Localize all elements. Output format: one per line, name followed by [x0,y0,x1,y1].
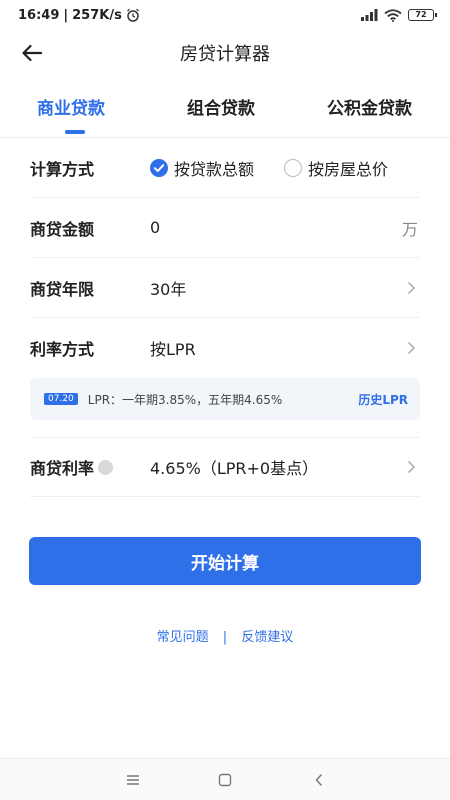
rate-method-value: 按LPR [150,340,196,359]
square-icon [218,773,232,787]
check-circle-icon [150,158,168,177]
loan-term-label: 商贷年限 [30,279,95,299]
rate-method-label: 利率方式 [30,340,95,359]
tab-combined-loan[interactable]: 组合贷款 [187,94,255,119]
chevron-right-icon [407,281,416,294]
feedback-link[interactable]: 反馈建议 [241,630,293,645]
active-tab-indicator [65,130,85,134]
loan-amount-unit: 万 [401,219,418,239]
wifi-icon [384,8,402,22]
chevron-right-icon [407,460,416,474]
loan-term-row[interactable]: 商贷年限 30年 [30,258,420,318]
chevron-left-icon [315,774,323,786]
page-title: 房贷计算器 [180,44,270,65]
nav-back-button[interactable] [310,771,328,789]
lpr-rates-text: LPR：一年期3.85%，五年期4.65% [87,392,283,407]
loan-type-tabs: 商业贷款 组合贷款 公积金贷款 [0,84,450,138]
menu-button[interactable] [124,771,142,789]
loan-amount-label: 商贷金额 [30,219,95,239]
history-lpr-link[interactable]: 历史LPR [358,391,408,408]
loan-term-value: 30年 [150,279,187,299]
system-nav-bar [0,758,450,800]
battery-icon: 72 [408,9,437,21]
radio-by-house-price[interactable]: 按房屋总价 [284,156,388,180]
lpr-date-badge: 07.20 [44,393,78,405]
calc-method-options: 按贷款总额 按房屋总价 [150,156,420,180]
rate-method-row[interactable]: 利率方式 按LPR [30,318,420,378]
tab-provident-fund-loan[interactable]: 公积金贷款 [327,94,412,119]
app-header: 房贷计算器 [0,30,450,76]
link-separator: | [222,630,228,645]
loan-amount-row[interactable]: 商贷金额 0 万 [30,198,420,258]
status-time: 16:49 [18,7,60,23]
chevron-right-icon [407,341,416,355]
info-icon[interactable] [98,459,114,475]
calculate-button[interactable]: 开始计算 [29,537,421,585]
arrow-left-icon [22,44,43,62]
alarm-icon [126,8,139,22]
loan-rate-label: 商贷利率 [30,459,95,478]
home-button[interactable] [216,771,234,789]
status-separator: | [63,7,69,23]
status-bar: 16:49 | 257K/s 72 [0,0,450,30]
network-speed: 257K/s [72,7,122,23]
footer-links: 常见问题 | 反馈建议 [0,626,450,645]
loan-rate-label-group: 商贷利率 [30,455,150,479]
radio-by-loan-total-label: 按贷款总额 [174,159,255,179]
loan-rate-value: 4.65%（LPR+0基点） [150,459,319,478]
lpr-info-banner: 07.20 LPR：一年期3.85%，五年期4.65% 历史LPR [30,378,420,420]
loan-rate-row[interactable]: 商贷利率 4.65%（LPR+0基点） [30,437,420,497]
loan-amount-input[interactable]: 0 [150,218,402,237]
signal-icon [361,9,378,21]
back-button[interactable] [18,39,46,67]
radio-by-loan-total[interactable]: 按贷款总额 [150,156,254,180]
empty-circle-icon [284,158,303,177]
calc-method-label: 计算方式 [30,159,95,179]
tab-commercial-loan[interactable]: 商业贷款 [37,94,105,119]
menu-icon [127,775,139,785]
faq-link[interactable]: 常见问题 [157,630,209,645]
calc-method-row: 计算方式 按贷款总额 按房屋总价 [30,138,420,198]
radio-by-house-price-label: 按房屋总价 [308,159,389,179]
